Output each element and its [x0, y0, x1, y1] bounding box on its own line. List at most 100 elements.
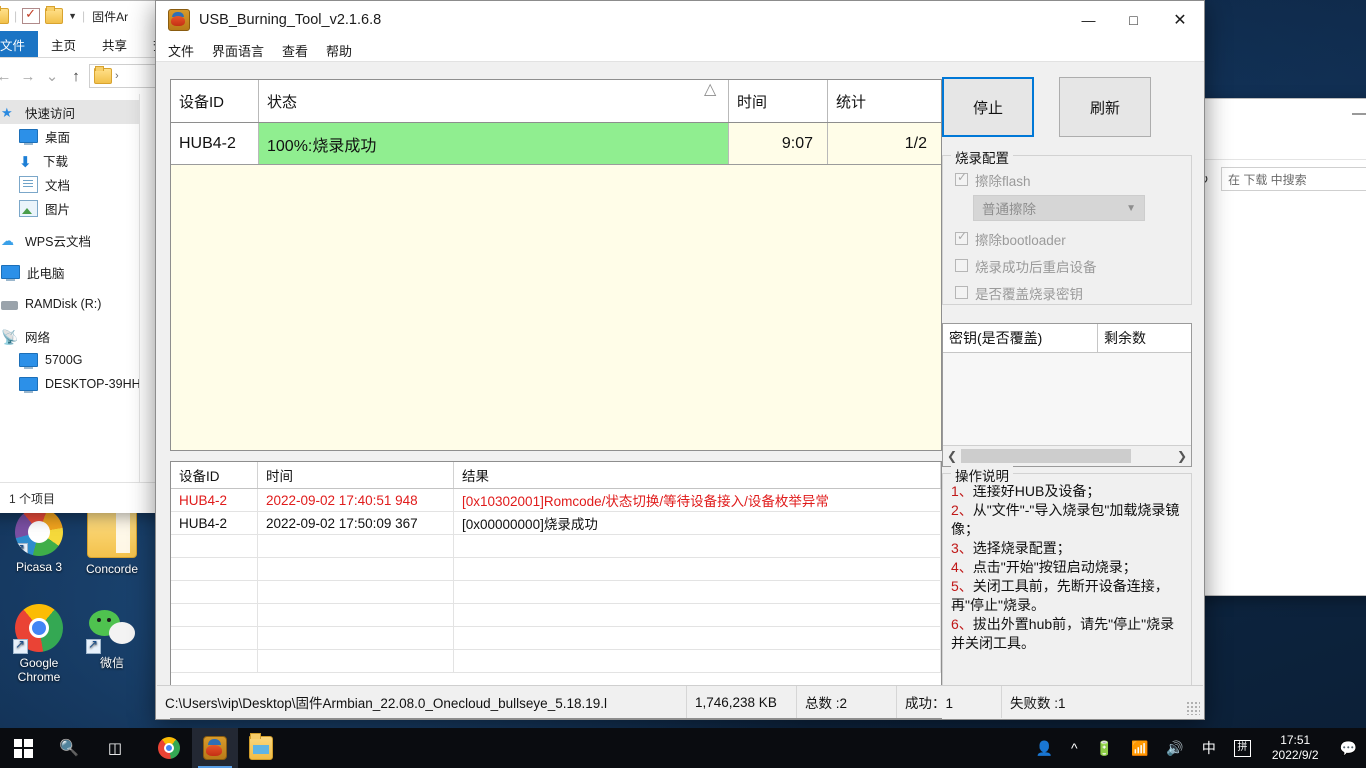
menu-item-language[interactable]: 界面语言	[212, 41, 264, 60]
tree-item-desktop-39hh[interactable]: DESKTOP-39HH	[0, 372, 139, 396]
tree-item-quick-access[interactable]: ★ 快速访问	[0, 100, 139, 124]
scroll-right-icon[interactable]: ❯	[1173, 449, 1191, 463]
close-button[interactable]: ✕	[1156, 1, 1204, 39]
device-status-grid[interactable]: 设备ID 状态 时间 统计 HUB4-2 100%:烧录成功 9:07 1/2	[170, 79, 942, 451]
checkbox-row-overwrite-key[interactable]: 是否覆盖烧录密钥	[943, 279, 1191, 306]
column-header-result[interactable]: 结果	[454, 462, 941, 488]
taskbar-chrome[interactable]	[146, 728, 192, 768]
checkbox-icon[interactable]	[955, 229, 968, 245]
table-row[interactable]: HUB4-2 100%:烧录成功 9:07 1/2	[171, 123, 941, 165]
column-header-status[interactable]: 状态	[259, 79, 729, 122]
column-header-device-id[interactable]: 设备ID	[171, 462, 258, 488]
search-input[interactable]: 在 下载 中搜索	[1221, 167, 1366, 191]
tree-item-ramdisk[interactable]: RAMDisk (R:)	[0, 292, 139, 316]
key-grid[interactable]: 密钥(是否覆盖) 剩余数 ❮ ❯	[942, 323, 1192, 467]
show-hidden-icons-icon[interactable]: ^	[1062, 728, 1087, 768]
cell-time	[258, 558, 454, 580]
scrollbar-thumb[interactable]	[961, 449, 1131, 463]
desktop-icon-picasa[interactable]: Picasa 3	[0, 508, 78, 574]
table-row[interactable]	[171, 604, 941, 627]
downloads-explorer-window[interactable]: — ↻ 在 下载 中搜索	[1186, 98, 1366, 596]
start-button[interactable]	[0, 728, 46, 768]
resize-grip-icon[interactable]	[1186, 701, 1200, 715]
burn-log-grid[interactable]: 设备ID 时间 结果 HUB4-2 2022-09-02 17:40:51 94…	[170, 461, 942, 719]
checkbox-icon[interactable]	[955, 259, 968, 272]
key-grid-body[interactable]	[943, 353, 1191, 445]
clock-time: 17:51	[1280, 733, 1311, 747]
volume-icon[interactable]: 🔊	[1157, 728, 1192, 768]
ime-mode-indicator[interactable]: 中	[1193, 728, 1225, 768]
table-row[interactable]	[171, 627, 941, 650]
tree-item-desktop[interactable]: 桌面	[0, 124, 139, 148]
table-row[interactable]	[171, 650, 941, 673]
folder-icon[interactable]	[0, 6, 9, 24]
column-header-time[interactable]: 时间	[258, 462, 454, 488]
tree-item-pictures[interactable]: 图片	[0, 196, 139, 220]
stop-button[interactable]: 停止	[942, 77, 1034, 137]
recent-locations-icon[interactable]: ⌄	[41, 65, 63, 87]
menu-item-view[interactable]: 查看	[282, 41, 308, 60]
task-view-button[interactable]: ◫	[92, 728, 138, 768]
checkbox-row-reboot-after-success[interactable]: 烧录成功后重启设备	[943, 252, 1191, 279]
column-header-stat[interactable]: 统计	[828, 80, 941, 122]
taskbar-usb-burning-tool[interactable]	[192, 728, 238, 768]
forward-icon[interactable]: →	[17, 65, 39, 87]
tree-item-this-pc[interactable]: 此电脑	[0, 260, 139, 284]
breadcrumb-chevron-icon[interactable]: ›	[115, 70, 119, 82]
ribbon-tab-home[interactable]: 主页	[38, 31, 89, 57]
usb-burning-tool-window[interactable]: USB_Burning_Tool_v2.1.6.8 — □ ✕ 文件 界面语言 …	[155, 0, 1205, 720]
checkbox-icon[interactable]	[955, 286, 968, 299]
minimize-button[interactable]: —	[1066, 1, 1111, 39]
key-horizontal-scrollbar[interactable]: ❮ ❯	[943, 445, 1191, 466]
up-icon[interactable]: ↑	[65, 65, 87, 87]
tree-item-wps-cloud[interactable]: ☁ WPS云文档	[0, 228, 139, 252]
wifi-icon[interactable]: 📶	[1122, 728, 1157, 768]
checkbox-row-erase-bootloader[interactable]: 擦除bootloader	[943, 225, 1191, 252]
wechat-icon	[86, 604, 136, 654]
clock[interactable]: 17:51 2022/9/2	[1260, 728, 1331, 768]
desktop-icon-wechat[interactable]: 微信	[73, 604, 151, 670]
customize-caret-icon[interactable]: ▼	[68, 11, 77, 21]
tree-item-documents[interactable]: 文档	[0, 172, 139, 196]
column-header-device-id[interactable]: 设备ID	[171, 80, 259, 122]
chrome-icon	[158, 737, 180, 759]
battery-icon[interactable]: 🔋	[1087, 728, 1122, 768]
column-header-remaining[interactable]: 剩余数	[1098, 324, 1191, 352]
tree-item-network[interactable]: 📡 网络	[0, 324, 139, 348]
explorer-navigation-tree[interactable]: ★ 快速访问 桌面 ⬇ 下载 文档 图片 ☁ WPS云文档 此电脑 RAMDis…	[0, 94, 140, 482]
search-button[interactable]: 🔍	[46, 728, 92, 768]
maximize-button[interactable]: □	[1111, 1, 1156, 39]
table-row[interactable]	[171, 558, 941, 581]
checkbox-icon[interactable]	[955, 170, 968, 186]
checkbox-row-erase-flash[interactable]: 擦除flash	[943, 166, 1191, 193]
scroll-left-icon[interactable]: ❮	[943, 449, 961, 463]
ribbon-tab-file[interactable]: 文件	[0, 31, 39, 57]
column-header-key[interactable]: 密钥(是否覆盖)	[943, 324, 1098, 352]
desktop-icon-concorde[interactable]: Concorde	[73, 504, 151, 576]
back-icon[interactable]: ←	[0, 65, 15, 87]
erase-mode-dropdown[interactable]: 普通擦除 ▼	[973, 195, 1145, 221]
table-row[interactable]	[171, 581, 941, 604]
tree-item-5700g[interactable]: 5700G	[0, 348, 139, 372]
column-header-time[interactable]: 时间	[729, 80, 828, 122]
menu-item-file[interactable]: 文件	[168, 41, 194, 60]
scrollbar-track[interactable]	[961, 449, 1173, 463]
usb-burning-tool-icon	[168, 9, 190, 31]
table-row[interactable]: HUB4-2 2022-09-02 17:50:09 367 [0x000000…	[171, 512, 941, 535]
menu-item-help[interactable]: 帮助	[326, 41, 352, 60]
tree-item-label: 网络	[25, 330, 51, 345]
people-icon[interactable]: 👤	[1027, 728, 1062, 768]
tree-item-downloads[interactable]: ⬇ 下载	[0, 148, 139, 172]
minimize-button[interactable]: —	[1352, 105, 1366, 122]
table-row[interactable]: HUB4-2 2022-09-02 17:40:51 948 [0x103020…	[171, 489, 941, 512]
properties-icon[interactable]	[22, 6, 41, 24]
ribbon-tab-share[interactable]: 共享	[89, 31, 140, 57]
ime-pinyin-indicator[interactable]: 拼	[1225, 728, 1260, 768]
chevron-down-icon[interactable]: ▼	[1126, 203, 1144, 214]
taskbar-file-explorer[interactable]	[238, 728, 284, 768]
desktop-icon-google-chrome[interactable]: Google Chrome	[0, 604, 78, 684]
new-folder-icon[interactable]	[45, 6, 64, 24]
notification-icon[interactable]: 💬	[1331, 728, 1366, 768]
table-row[interactable]	[171, 535, 941, 558]
refresh-button[interactable]: 刷新	[1059, 77, 1151, 137]
